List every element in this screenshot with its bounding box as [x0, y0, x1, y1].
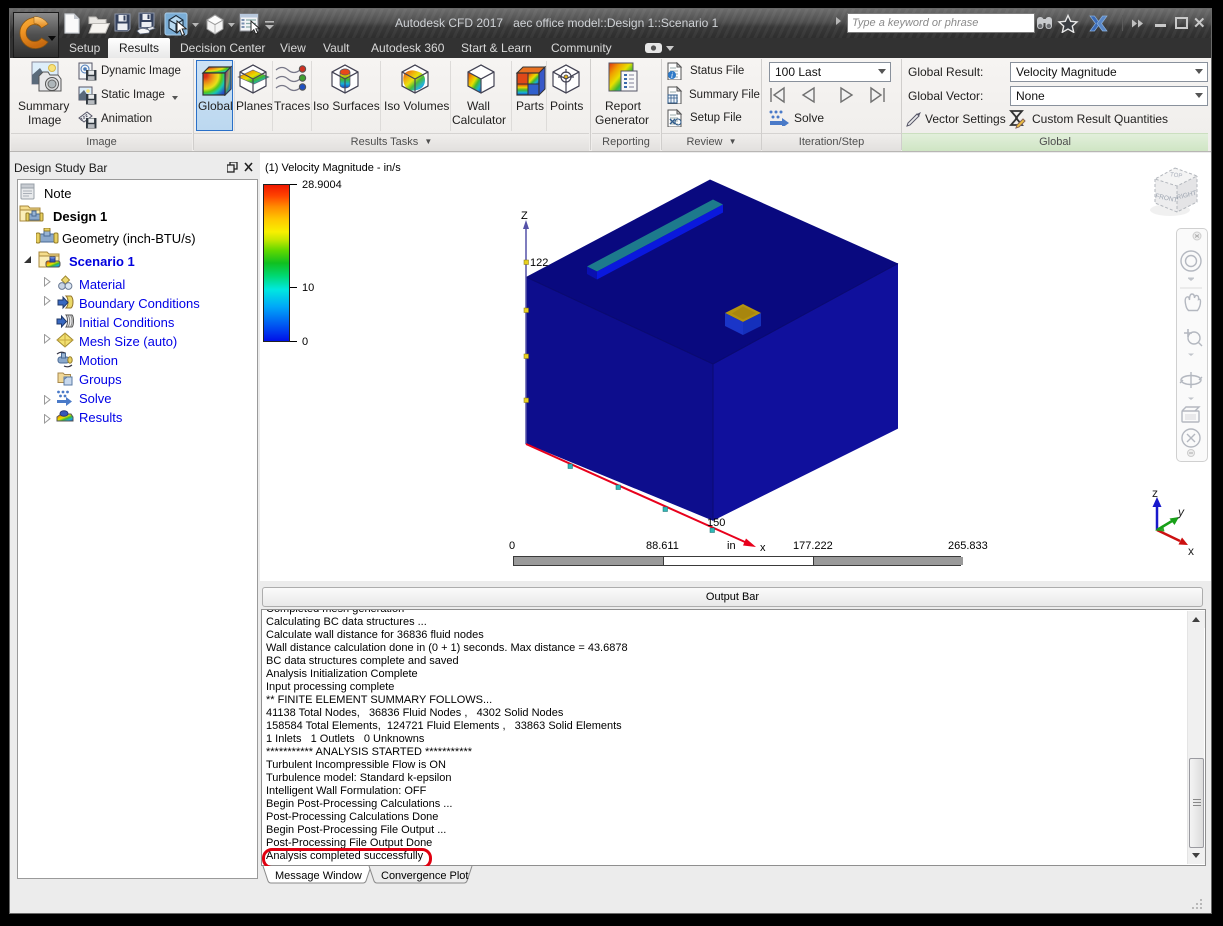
- svg-text:Convergence Plot: Convergence Plot: [381, 870, 468, 882]
- svg-text:150: 150: [707, 517, 725, 529]
- svg-text:y: y: [1177, 505, 1185, 519]
- svg-text:Message Window: Message Window: [275, 870, 362, 882]
- svg-text:i: i: [671, 71, 673, 80]
- svg-text:122: 122: [530, 257, 548, 269]
- svg-text:x: x: [760, 542, 766, 554]
- svg-text:x: x: [1188, 544, 1194, 555]
- svg-text:Z: Z: [521, 210, 528, 222]
- svg-text:z: z: [1152, 486, 1158, 500]
